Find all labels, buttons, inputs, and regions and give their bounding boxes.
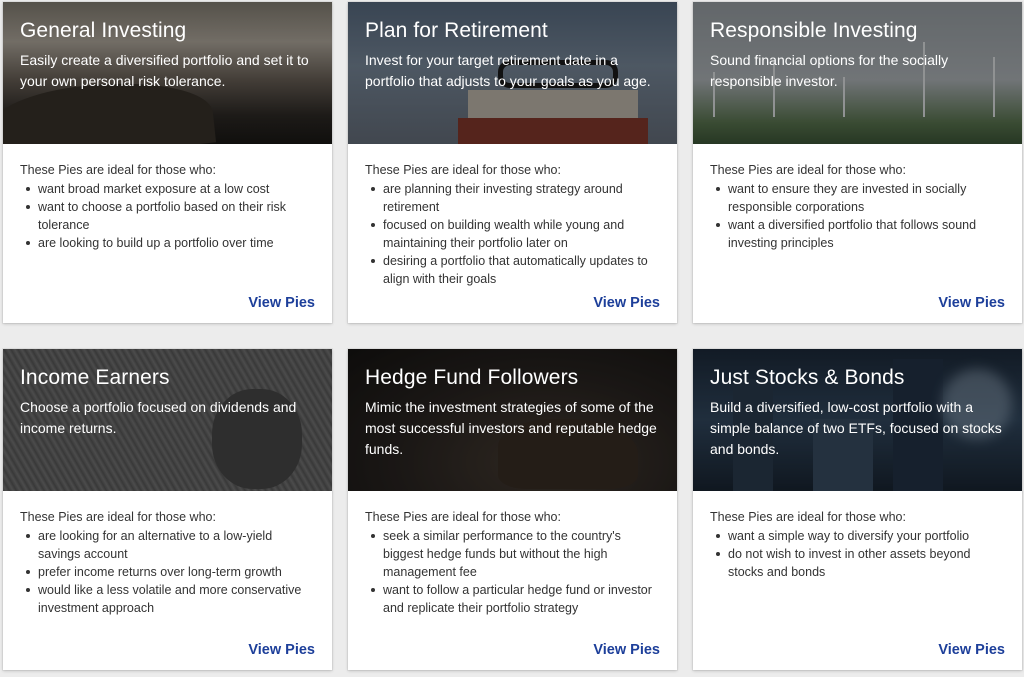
list-item: would like a less volatile and more cons…: [20, 581, 316, 617]
view-pies-link[interactable]: View Pies: [248, 642, 315, 658]
card-subtitle: Choose a portfolio focused on dividends …: [20, 399, 297, 436]
card-hero: Hedge Fund Followers Mimic the investmen…: [348, 349, 677, 491]
card-title: Plan for Retirement: [365, 19, 548, 42]
view-pies-link[interactable]: View Pies: [593, 642, 660, 658]
list-item: focused on building wealth while young a…: [365, 216, 661, 252]
card-hero: General Investing Easily create a divers…: [3, 2, 332, 144]
card-subtitle: Mimic the investment strategies of some …: [365, 399, 657, 457]
card-just-stocks-and-bonds[interactable]: Just Stocks & Bonds Build a diversified,…: [693, 349, 1022, 670]
card-bullets: are looking for an alternative to a low-…: [20, 527, 316, 617]
card-hero: Plan for Retirement Invest for your targ…: [348, 2, 677, 144]
list-item: want to choose a portfolio based on thei…: [20, 198, 316, 234]
card-bullets: are planning their investing strategy ar…: [365, 180, 661, 288]
card-hero: Responsible Investing Sound financial op…: [693, 2, 1022, 144]
view-pies-link[interactable]: View Pies: [593, 295, 660, 311]
card-intro: These Pies are ideal for those who:: [710, 163, 906, 177]
pie-categories-grid: General Investing Easily create a divers…: [0, 0, 1024, 677]
card-body: These Pies are ideal for those who: want…: [3, 144, 332, 252]
card-intro: These Pies are ideal for those who:: [365, 510, 561, 524]
list-item: want to follow a particular hedge fund o…: [365, 581, 661, 617]
view-pies-link[interactable]: View Pies: [938, 295, 1005, 311]
list-item: want a simple way to diversify your port…: [710, 527, 1006, 545]
card-hero: Income Earners Choose a portfolio focuse…: [3, 349, 332, 491]
card-subtitle: Build a diversified, low-cost portfolio …: [710, 399, 1002, 457]
card-title: Income Earners: [20, 366, 170, 389]
card-bullets: want to ensure they are invested in soci…: [710, 180, 1006, 252]
card-intro: These Pies are ideal for those who:: [20, 163, 216, 177]
list-item: do not wish to invest in other assets be…: [710, 545, 1006, 581]
card-intro: These Pies are ideal for those who:: [710, 510, 906, 524]
card-body: These Pies are ideal for those who: seek…: [348, 491, 677, 617]
list-item: desiring a portfolio that automatically …: [365, 252, 661, 288]
card-bullets: want broad market exposure at a low cost…: [20, 180, 316, 252]
card-hero: Just Stocks & Bonds Build a diversified,…: [693, 349, 1022, 491]
list-item: are planning their investing strategy ar…: [365, 180, 661, 216]
list-item: seek a similar performance to the countr…: [365, 527, 661, 581]
list-item: want a diversified portfolio that follow…: [710, 216, 1006, 252]
card-plan-for-retirement[interactable]: Plan for Retirement Invest for your targ…: [348, 2, 677, 323]
card-subtitle: Easily create a diversified portfolio an…: [20, 52, 309, 89]
list-item: want to ensure they are invested in soci…: [710, 180, 1006, 216]
card-responsible-investing[interactable]: Responsible Investing Sound financial op…: [693, 2, 1022, 323]
card-subtitle: Invest for your target retirement date i…: [365, 52, 651, 89]
card-title: Just Stocks & Bonds: [710, 366, 905, 389]
list-item: want broad market exposure at a low cost: [20, 180, 316, 198]
card-general-investing[interactable]: General Investing Easily create a divers…: [3, 2, 332, 323]
card-body: These Pies are ideal for those who: want…: [693, 491, 1022, 581]
card-title: Responsible Investing: [710, 19, 918, 42]
card-body: These Pies are ideal for those who: want…: [693, 144, 1022, 252]
list-item: prefer income returns over long-term gro…: [20, 563, 316, 581]
list-item: are looking to build up a portfolio over…: [20, 234, 316, 252]
card-intro: These Pies are ideal for those who:: [365, 163, 561, 177]
card-title: General Investing: [20, 19, 187, 42]
card-body: These Pies are ideal for those who: are …: [348, 144, 677, 288]
view-pies-link[interactable]: View Pies: [248, 295, 315, 311]
card-intro: These Pies are ideal for those who:: [20, 510, 216, 524]
card-body: These Pies are ideal for those who: are …: [3, 491, 332, 617]
card-bullets: seek a similar performance to the countr…: [365, 527, 661, 617]
card-bullets: want a simple way to diversify your port…: [710, 527, 1006, 581]
view-pies-link[interactable]: View Pies: [938, 642, 1005, 658]
card-title: Hedge Fund Followers: [365, 366, 579, 389]
card-subtitle: Sound financial options for the socially…: [710, 52, 949, 89]
card-hedge-fund-followers[interactable]: Hedge Fund Followers Mimic the investmen…: [348, 349, 677, 670]
list-item: are looking for an alternative to a low-…: [20, 527, 316, 563]
card-income-earners[interactable]: Income Earners Choose a portfolio focuse…: [3, 349, 332, 670]
